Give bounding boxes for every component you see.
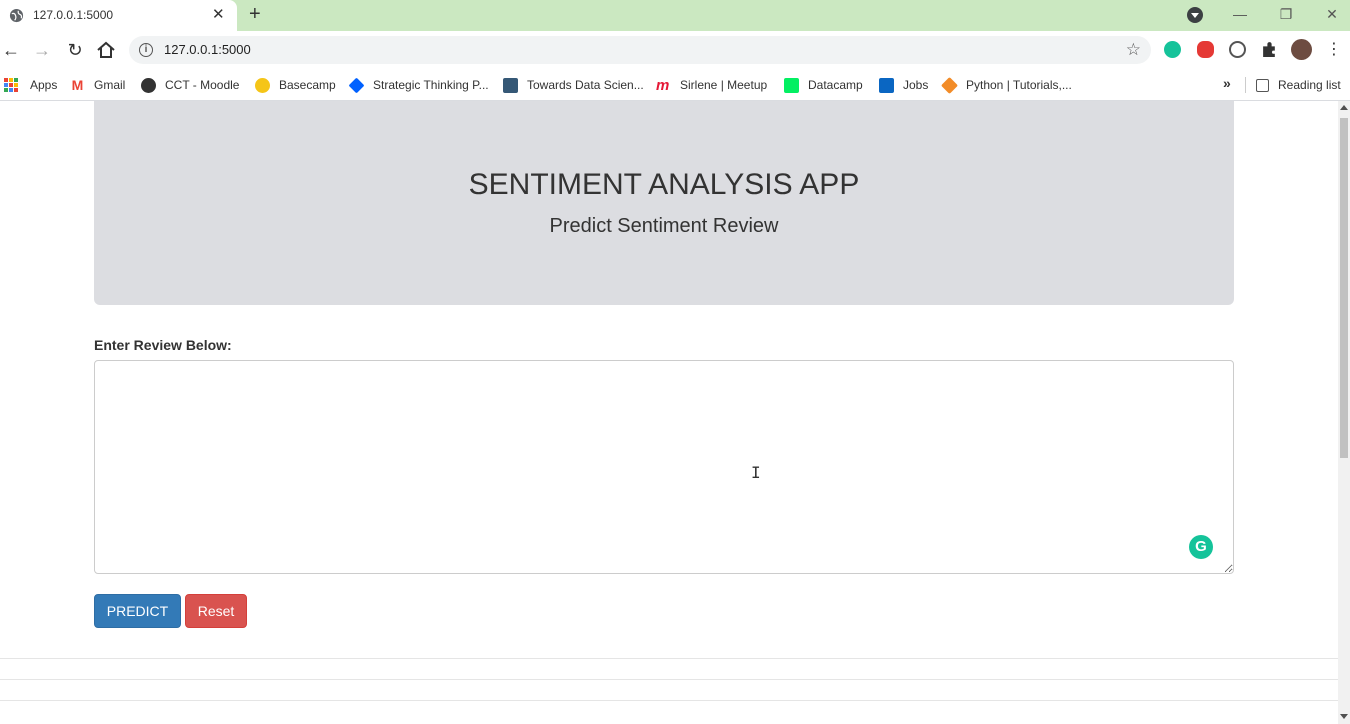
header-jumbotron: SENTIMENT ANALYSIS APP Predict Sentiment… — [94, 101, 1234, 305]
restore-button[interactable]: ❐ — [1276, 4, 1296, 24]
bookmark-label: Basecamp — [279, 78, 336, 92]
review-label: Enter Review Below: — [94, 337, 232, 353]
globe-icon — [9, 8, 24, 23]
meetup-icon: m — [656, 76, 670, 94]
scroll-up-arrow-icon[interactable] — [1340, 105, 1348, 110]
back-icon[interactable]: ← — [0, 39, 22, 61]
divider — [0, 679, 1338, 680]
bookmark-label: Apps — [30, 78, 58, 92]
page-viewport: SENTIMENT ANALYSIS APP Predict Sentiment… — [0, 101, 1338, 724]
datacamp-icon — [784, 77, 799, 93]
page-subtitle: Predict Sentiment Review — [549, 215, 779, 237]
tab-strip: 127.0.0.1:5000 ✕ + — ❐ ✕ — [0, 0, 1350, 31]
bookmark-label: CCT - Moodle — [165, 78, 240, 92]
bookmarks-divider — [1245, 77, 1246, 93]
moodle-icon — [141, 77, 156, 93]
bookmark-label: Towards Data Scien... — [527, 78, 644, 92]
bookmark-label: Jobs — [903, 78, 929, 92]
bookmark-jobs[interactable]: Jobs — [879, 75, 928, 95]
bookmark-star-icon[interactable]: ☆ — [1126, 40, 1141, 60]
bookmark-datacamp[interactable]: Datacamp — [784, 75, 863, 95]
tab-search-icon[interactable] — [1187, 7, 1203, 23]
forward-icon[interactable]: → — [31, 39, 53, 61]
reading-list-label: Reading list — [1278, 78, 1341, 92]
predict-button[interactable]: PREDICT — [94, 594, 181, 628]
browser-toolbar: ← → ↻ i 127.0.0.1:5000 ☆ ⋮ — [0, 31, 1350, 69]
divider — [0, 700, 1338, 701]
tab-close-icon[interactable]: ✕ — [212, 7, 225, 23]
python-box-icon — [941, 76, 958, 94]
bookmark-label: Strategic Thinking P... — [373, 78, 489, 92]
gmail-icon: M — [70, 76, 85, 93]
site-info-icon[interactable]: i — [139, 43, 153, 57]
apps-grid-icon — [4, 78, 18, 92]
scroll-thumb[interactable] — [1340, 118, 1348, 458]
bookmark-basecamp[interactable]: Basecamp — [255, 75, 336, 95]
adblock-extension-icon[interactable] — [1197, 41, 1214, 58]
basecamp-icon — [255, 77, 270, 93]
tab-title: 127.0.0.1:5000 — [33, 8, 114, 22]
address-bar[interactable]: i 127.0.0.1:5000 ☆ — [129, 36, 1151, 64]
minimize-button[interactable]: — — [1230, 4, 1250, 24]
menu-kebab-icon[interactable]: ⋮ — [1323, 39, 1345, 61]
active-tab[interactable]: 127.0.0.1:5000 ✕ — [0, 0, 237, 31]
grammarly-icon[interactable]: G — [1189, 535, 1213, 559]
bookmarks-bar: Apps M Gmail CCT - Moodle Basecamp Strat… — [0, 69, 1350, 101]
page-title: SENTIMENT ANALYSIS APP — [468, 168, 860, 201]
divider — [0, 658, 1338, 659]
reading-list-icon — [1256, 78, 1269, 92]
bookmark-label: Datacamp — [808, 78, 863, 92]
dropbox-icon — [348, 77, 365, 93]
tds-icon — [503, 77, 518, 93]
bookmark-python-tutorials[interactable]: Python | Tutorials,... — [941, 75, 1072, 95]
profile-avatar[interactable] — [1291, 39, 1312, 60]
bookmark-apps[interactable]: Apps — [4, 75, 57, 95]
bookmark-strategic-thinking[interactable]: Strategic Thinking P... — [348, 75, 489, 95]
home-icon[interactable] — [96, 41, 116, 59]
review-textarea[interactable] — [94, 360, 1234, 574]
new-tab-button[interactable]: + — [249, 4, 261, 24]
bookmark-moodle[interactable]: CCT - Moodle — [141, 75, 239, 95]
bookmark-gmail[interactable]: M Gmail — [70, 75, 125, 95]
reset-button[interactable]: Reset — [185, 594, 247, 628]
linkedin-icon — [879, 77, 894, 93]
bookmark-label: Python | Tutorials,... — [966, 78, 1072, 92]
block-extension-icon[interactable] — [1229, 41, 1246, 58]
reload-icon[interactable]: ↻ — [64, 39, 86, 61]
bookmark-label: Gmail — [94, 78, 126, 92]
grammarly-extension-icon[interactable] — [1164, 41, 1181, 58]
bookmark-label: Sirlene | Meetup — [680, 78, 768, 92]
url-text: 127.0.0.1:5000 — [164, 42, 251, 57]
vertical-scrollbar[interactable] — [1338, 101, 1350, 724]
bookmark-meetup[interactable]: m Sirlene | Meetup — [656, 75, 767, 95]
bookmark-towards-data-science[interactable]: Towards Data Scien... — [503, 75, 644, 95]
scroll-down-arrow-icon[interactable] — [1340, 714, 1348, 719]
close-window-button[interactable]: ✕ — [1322, 4, 1342, 24]
text-cursor-icon: I — [751, 463, 761, 482]
bookmarks-overflow-icon[interactable]: » — [1223, 75, 1231, 91]
reading-list-button[interactable]: Reading list — [1256, 75, 1341, 95]
puzzle-extensions-icon[interactable] — [1261, 41, 1278, 58]
